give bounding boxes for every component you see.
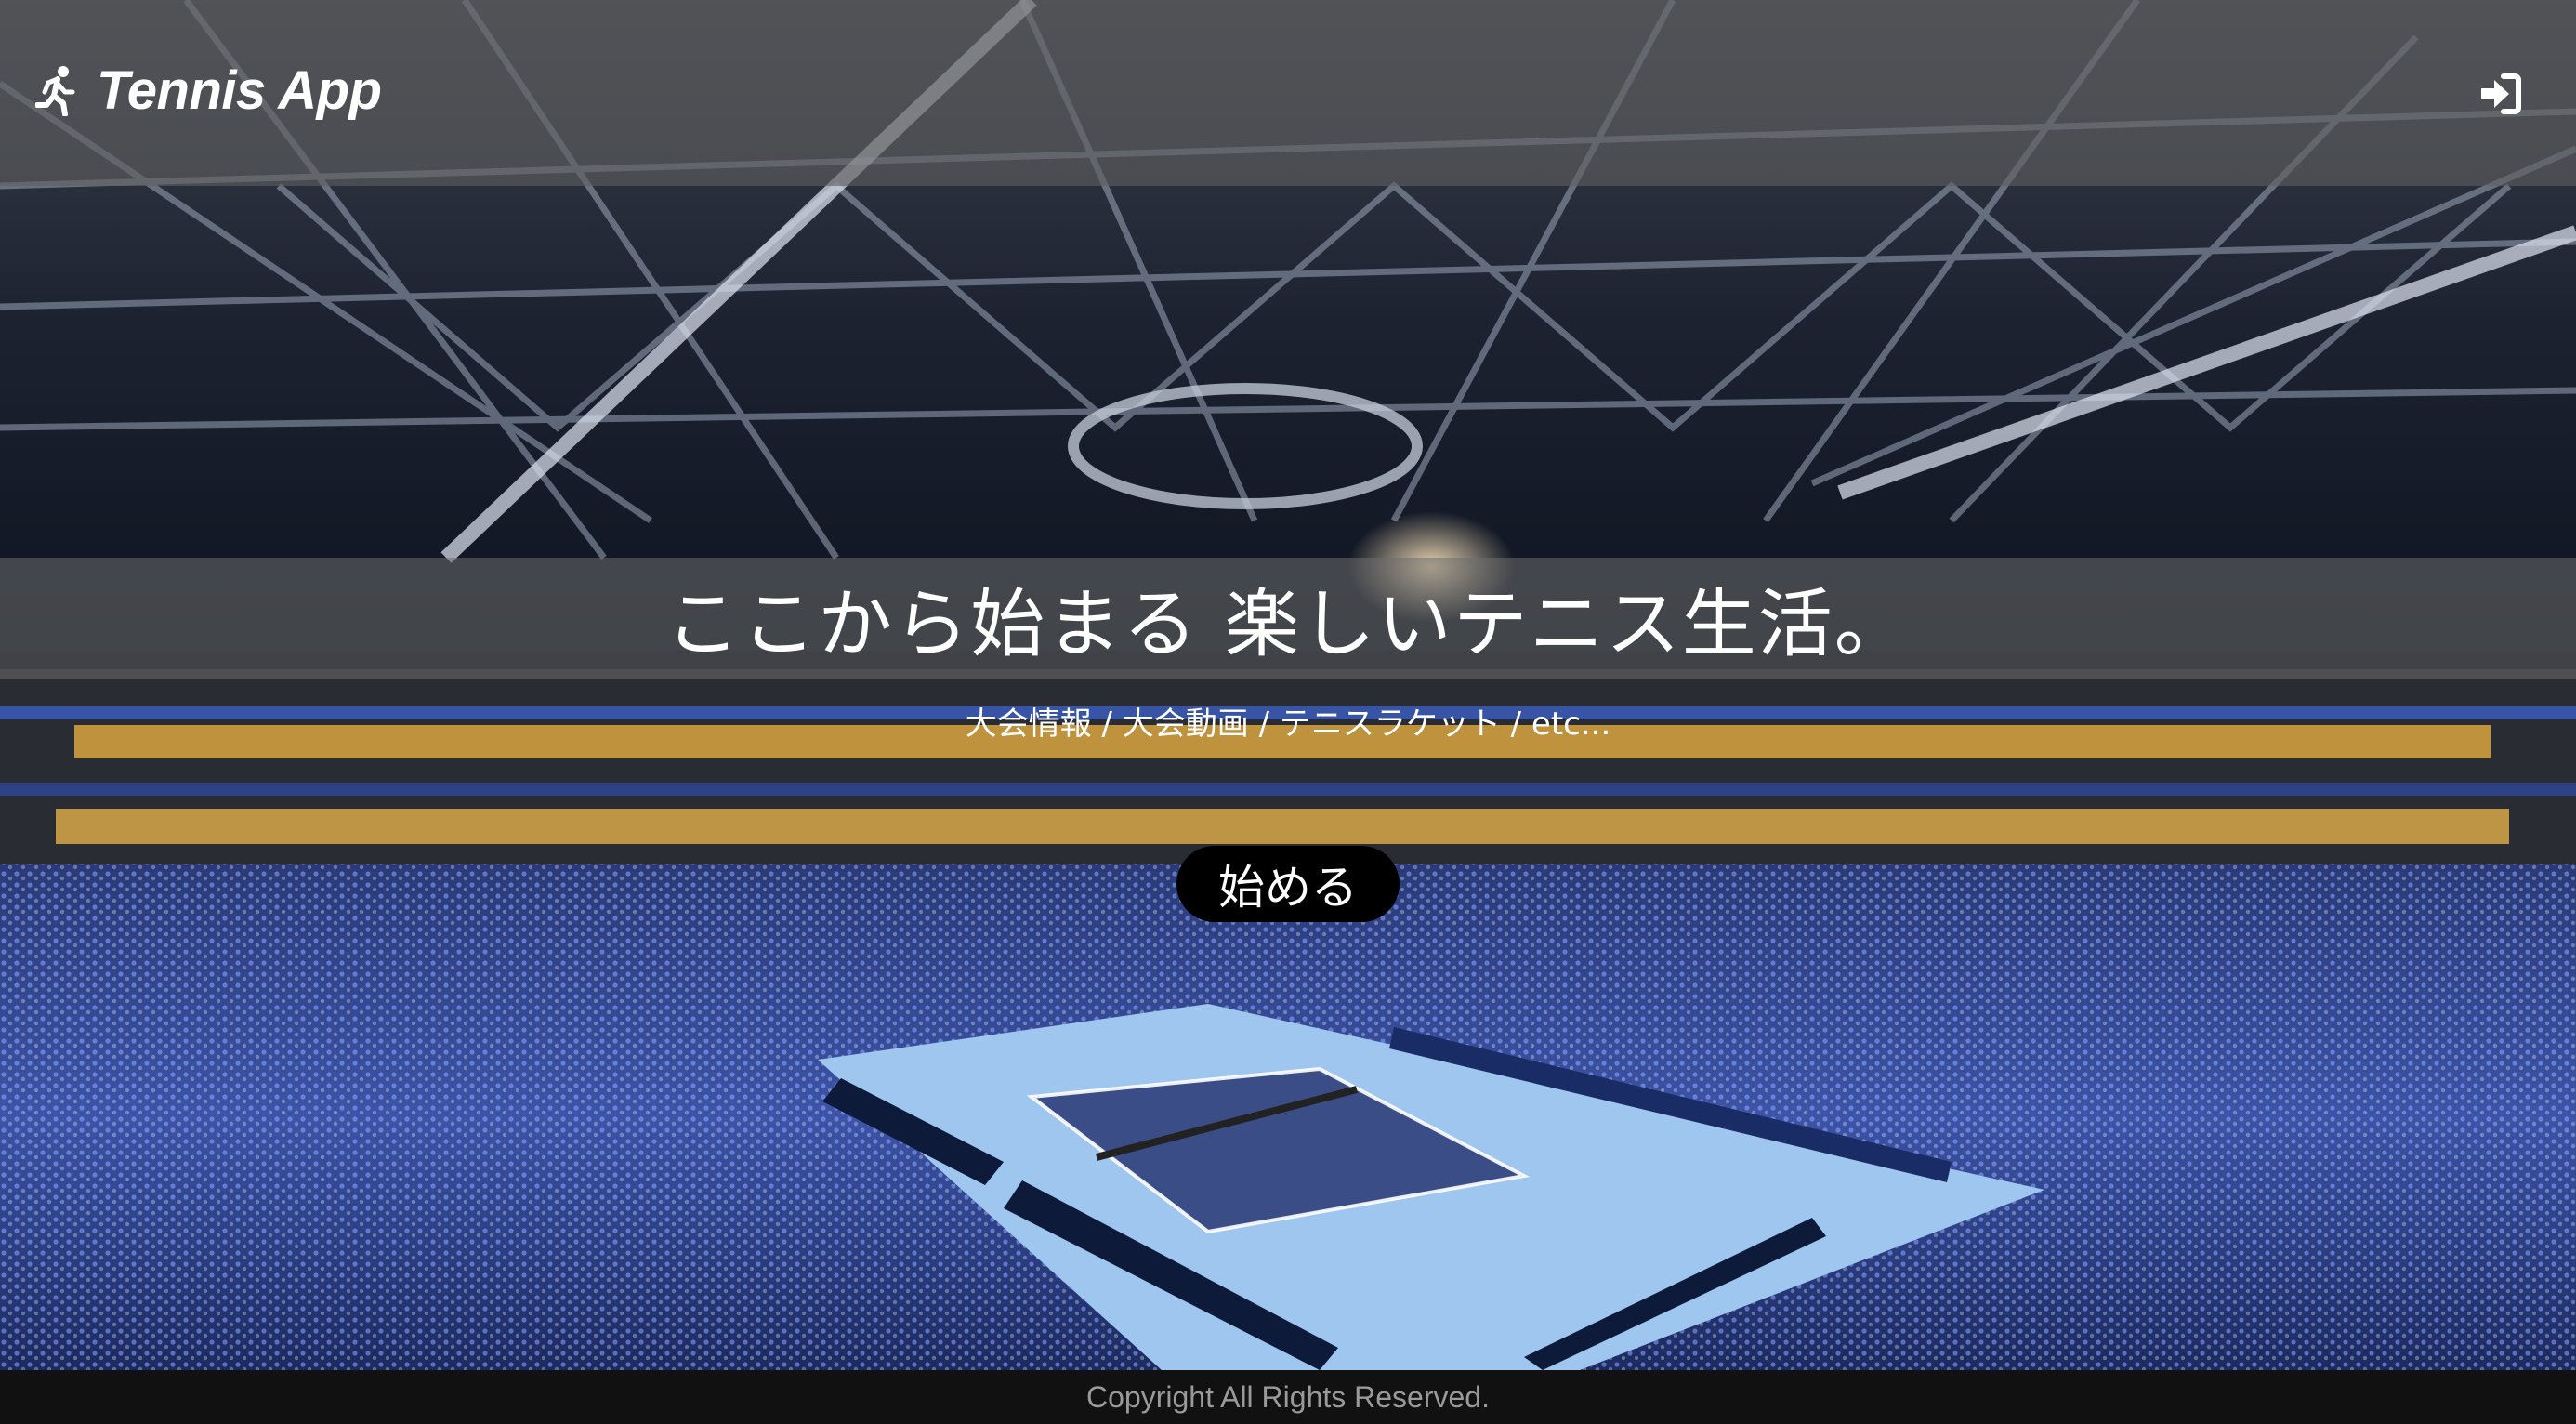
hero-subtitle: 大会情報 / 大会動画 / テニスラケット / etc... [965, 705, 1611, 743]
app-title: Tennis App [97, 59, 382, 121]
hero-section: Tennis App ここから始まる 楽しいテニス生活。 大会情報 / 大会動画… [0, 0, 2576, 1370]
sign-in-icon[interactable] [2479, 73, 2522, 115]
hero-background-image [0, 0, 2576, 1370]
copyright-text: Copyright All Rights Reserved. [1086, 1379, 1490, 1414]
brand-logo[interactable]: Tennis App [35, 58, 382, 123]
start-button[interactable]: 始める [1176, 846, 1400, 922]
footer: Copyright All Rights Reserved. [0, 1370, 2576, 1424]
running-person-icon [35, 66, 75, 116]
top-navbar: Tennis App [0, 0, 2576, 186]
hero-headline: ここから始まる 楽しいテニス生活。 [665, 581, 1911, 667]
